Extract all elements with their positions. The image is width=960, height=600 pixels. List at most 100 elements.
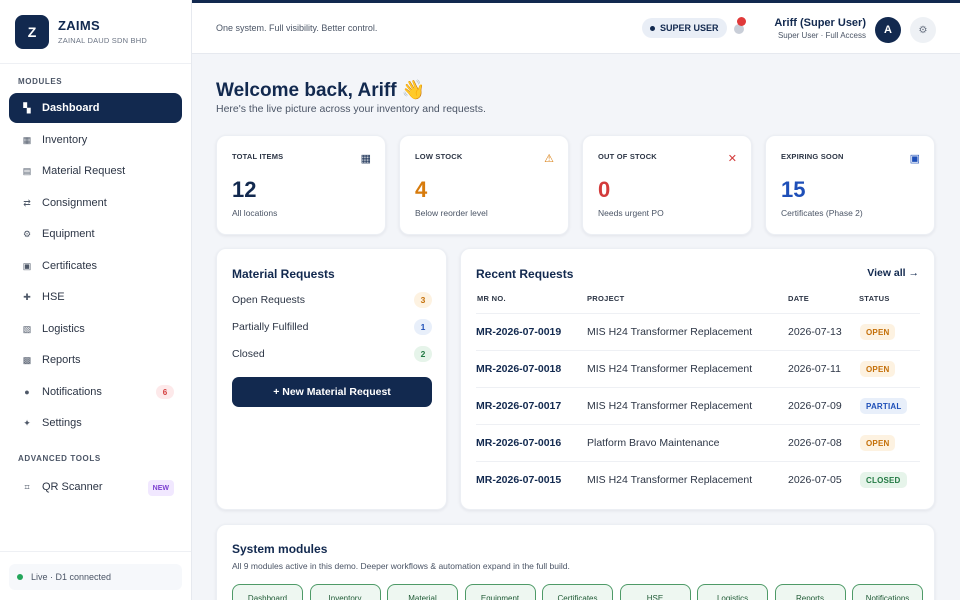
sidebar-item-material-request[interactable]: ▤ Material Request	[9, 156, 182, 186]
material-requests-card: Material Requests Open Requests 3 Partiall…	[216, 248, 447, 510]
mr-number[interactable]: MR-2026-07-0018	[476, 363, 561, 375]
view-all-link[interactable]: View all →	[867, 267, 919, 279]
request-date: 2026-07-09	[788, 400, 842, 412]
stat-caption: Certificates (Phase 2)	[781, 208, 863, 218]
mr-number[interactable]: MR-2026-07-0016	[476, 437, 561, 449]
low-stock-card: LOW STOCK ⚠ 4 Below reorder level	[399, 135, 569, 235]
page-title: Welcome back, Ariff 👋	[216, 80, 426, 101]
status-badge: PARTIAL	[860, 398, 908, 414]
mr-summary-count: 2	[414, 346, 432, 362]
module-chip-dashboard[interactable]: Dashboard	[232, 584, 303, 600]
sidebar-item-label: Dashboard	[42, 102, 100, 114]
mr-summary-count: 3	[414, 292, 432, 308]
topbar: One system. Full visibility. Better cont…	[192, 0, 960, 54]
table-row[interactable]: MR-2026-07-0015 MIS H24 Transformer Repla…	[476, 461, 920, 498]
module-chip-notifications[interactable]: Notifications	[852, 584, 923, 600]
module-chip-material[interactable]: Material	[387, 584, 458, 600]
project-name: MIS H24 Transformer Replacement	[587, 326, 753, 338]
project-name: MIS H24 Transformer Replacement	[587, 474, 753, 486]
module-chip-inventory[interactable]: Inventory	[309, 584, 381, 600]
user-name: Ariff (Super User)	[774, 17, 866, 29]
mr-number[interactable]: MR-2026-07-0017	[476, 400, 561, 412]
page-subtitle: Here's the live picture across your inve…	[216, 103, 486, 115]
connection-status: Live · D1 connected	[9, 564, 182, 590]
sidebar-item-label: Certificates	[42, 260, 98, 272]
sidebar-item-settings[interactable]: ✦ Settings	[9, 408, 182, 438]
role-dot-icon	[650, 25, 655, 31]
mr-summary-closed[interactable]: Closed 2	[232, 346, 432, 362]
sidebar-item-consignment[interactable]: ⇄ Consignment	[9, 188, 182, 218]
material-requests-title: Material Requests	[232, 267, 335, 281]
stat-caption: Needs urgent PO	[598, 208, 664, 218]
sidebar-item-equipment[interactable]: ⚙ Equipment	[9, 219, 182, 249]
sidebar-item-certificates[interactable]: ▣ Certificates	[9, 251, 182, 281]
sidebar-item-inventory[interactable]: ▦ Inventory	[9, 125, 182, 155]
new-material-request-button[interactable]: + New Material Request	[232, 377, 432, 407]
request-date: 2026-07-13	[788, 326, 842, 338]
equipment-icon: ⚙	[22, 228, 32, 239]
request-date: 2026-07-08	[788, 437, 842, 449]
recent-requests-card: Recent Requests View all → MR NO. PROJEC…	[460, 248, 935, 510]
brand-logo: Z	[15, 14, 49, 49]
recent-requests-title: Recent Requests	[476, 267, 574, 281]
stat-caption: All locations	[232, 208, 278, 218]
request-date: 2026-07-11	[788, 363, 841, 375]
brand-name: ZAIMS	[58, 18, 100, 33]
settings-icon: ✦	[23, 417, 31, 428]
user-role: Super User · Full Access	[777, 31, 866, 40]
inventory-icon: ▦	[22, 134, 32, 145]
sidebar-item-label: QR Scanner	[42, 481, 103, 493]
material-request-icon: ▤	[22, 165, 32, 176]
status-badge: OPEN	[860, 361, 896, 377]
column-header-date: DATE	[788, 294, 810, 303]
warning-icon: ⚠	[544, 153, 554, 165]
module-chip-reports[interactable]: Reports	[774, 584, 846, 600]
mr-summary-open-requests[interactable]: Open Requests 3	[232, 292, 432, 308]
mr-summary-count: 1	[414, 319, 432, 335]
sidebar-item-dashboard[interactable]: ▚ Dashboard	[9, 93, 182, 123]
mr-summary-label: Open Requests	[232, 294, 305, 306]
sidebar-item-label: Reports	[42, 354, 81, 366]
sidebar-item-reports[interactable]: ▩ Reports	[9, 345, 182, 375]
project-name: Platform Bravo Maintenance	[587, 437, 720, 449]
sidebar-item-label: Consignment	[42, 197, 107, 209]
module-chip-logistics[interactable]: Logistics	[697, 584, 768, 600]
status-badge: CLOSED	[860, 472, 907, 488]
user-menu[interactable]: Ariff (Super User) Super User · Full Acc…	[762, 17, 866, 40]
table-row[interactable]: MR-2026-07-0017 MIS H24 Transformer Repla…	[476, 387, 920, 424]
sidebar-footer: Live · D1 connected	[0, 551, 191, 600]
grid-icon: ▦	[360, 153, 371, 165]
module-chip-hse[interactable]: HSE	[619, 584, 691, 600]
consignment-icon: ⇄	[23, 197, 31, 208]
system-modules-subtitle: All 9 modules active in this demo. Deepe…	[232, 561, 570, 571]
settings-gear-icon[interactable]: ⚙	[910, 17, 936, 43]
avatar[interactable]: A	[875, 17, 901, 43]
sidebar-item-qr-scanner[interactable]: ⌗ QR Scanner NEW	[9, 472, 182, 502]
sidebar-item-logistics[interactable]: ▧ Logistics	[9, 314, 182, 344]
stat-label: OUT OF STOCK	[598, 152, 657, 161]
mr-summary-partially-fulfilled[interactable]: Partially Fulfilled 1	[232, 319, 432, 335]
close-icon: ✕	[727, 153, 737, 165]
certificates-icon: ▣	[22, 260, 32, 271]
stat-label: LOW STOCK	[415, 152, 463, 161]
mr-number[interactable]: MR-2026-07-0015	[476, 474, 561, 486]
logistics-icon: ▧	[22, 323, 32, 334]
table-row[interactable]: MR-2026-07-0018 MIS H24 Transformer Repla…	[476, 350, 920, 387]
sidebar-item-hse[interactable]: ✚ HSE	[9, 282, 182, 312]
sidebar-item-label: Inventory	[42, 134, 88, 146]
module-chip-certificates[interactable]: Certificates	[542, 584, 613, 600]
notification-dot	[737, 17, 746, 26]
table-row[interactable]: MR-2026-07-0016 Platform Bravo Maintenanc…	[476, 424, 920, 461]
mr-summary-label: Closed	[232, 348, 265, 360]
total-items-card: TOTAL ITEMS ▦ 12 All locations	[216, 135, 386, 235]
sidebar-item-label: HSE	[42, 291, 65, 303]
sidebar-item-notifications[interactable]: ● Notifications 6	[9, 377, 182, 407]
module-chip-equipment[interactable]: Equipment	[464, 584, 536, 600]
mr-number[interactable]: MR-2026-07-0019	[476, 326, 561, 338]
sidebar: Z ZAIMS ZAINAL DAUD SDN BHD MODULES ▚ Das…	[0, 0, 192, 600]
notifications-bell-icon[interactable]	[732, 17, 746, 35]
table-row[interactable]: MR-2026-07-0019 MIS H24 Transformer Repla…	[476, 313, 920, 350]
brand[interactable]: Z ZAIMS ZAINAL DAUD SDN BHD	[0, 0, 191, 64]
certificate-icon: ▣	[909, 153, 920, 165]
notifications-count-badge: 6	[156, 385, 174, 399]
